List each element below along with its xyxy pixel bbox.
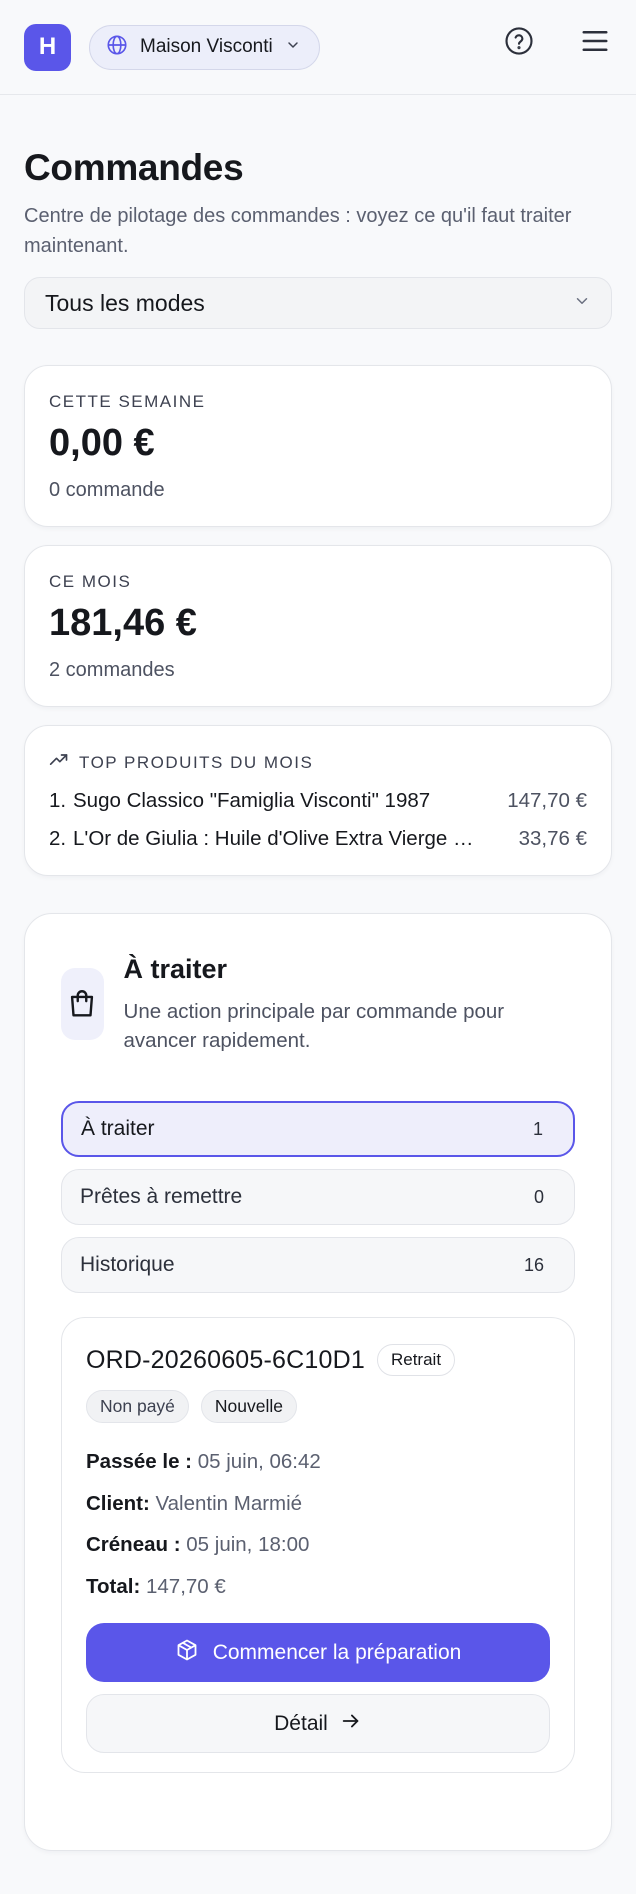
mode-select[interactable]: Tous les modes (24, 277, 612, 329)
main-content: Commandes Centre de pilotage des command… (0, 147, 636, 1851)
help-button[interactable] (502, 26, 536, 60)
todo-panel: À traiter Une action principale par comm… (24, 913, 612, 1851)
tab-count: 0 (533, 1186, 544, 1207)
order-detail-button[interactable]: Détail (86, 1694, 550, 1753)
info-value: Valentin Marmié (155, 1491, 303, 1515)
todo-description: Une action principale par commande pour … (123, 1000, 505, 1052)
order-placed-row: Passée le : 05 juin, 06:42 (86, 1441, 550, 1483)
list-index: 2. (49, 827, 67, 850)
top-bar: H Maison Visconti (0, 0, 636, 95)
order-card: ORD-20260605-6C10D1 Retrait Non payé Nou… (61, 1317, 575, 1773)
info-label: Créneau : (86, 1533, 181, 1556)
package-icon (175, 1638, 199, 1668)
top-products-label: TOP PRODUITS DU MOIS (79, 752, 314, 772)
list-index: 1. (49, 789, 67, 812)
trending-up-icon (49, 750, 69, 775)
stat-label: CETTE SEMAINE (49, 392, 206, 411)
start-preparation-button[interactable]: Commencer la préparation (86, 1623, 550, 1682)
menu-icon (580, 26, 610, 61)
button-label: Détail (274, 1711, 328, 1735)
info-label: Client: (86, 1491, 150, 1515)
order-mode-badge: Retrait (376, 1344, 456, 1376)
tab-label: Historique (80, 1253, 175, 1276)
page-title: Commandes (24, 147, 244, 188)
list-item: 1. Sugo Classico "Famiglia Visconti" 198… (49, 789, 587, 813)
order-total-row: Total: 147,70 € (86, 1566, 550, 1608)
chevron-down-icon (573, 292, 591, 315)
menu-button[interactable] (578, 26, 612, 60)
tab-count: 1 (532, 1118, 543, 1139)
stat-count: 0 commande (49, 479, 165, 501)
order-slot-row: Créneau : 05 juin, 18:00 (86, 1524, 550, 1566)
tab-historique[interactable]: Historique 16 (61, 1237, 575, 1293)
info-value: 147,70 € (145, 1574, 226, 1598)
tab-label: Prêtes à remettre (80, 1185, 243, 1208)
tab-a-traiter[interactable]: À traiter 1 (61, 1101, 575, 1157)
stat-card-month: CE MOIS 181,46 € 2 commandes (24, 545, 612, 707)
app-logo[interactable]: H (24, 23, 71, 71)
mode-select-value: Tous les modes (45, 289, 205, 316)
order-tabs: À traiter 1 Prêtes à remettre 0 Historiq… (61, 1101, 575, 1293)
product-revenue: 147,70 € (507, 789, 587, 812)
info-label: Total: (86, 1574, 141, 1598)
tab-count: 16 (523, 1254, 544, 1275)
info-value: 05 juin, 18:00 (186, 1533, 310, 1556)
globe-icon (106, 34, 128, 61)
stat-amount: 0,00 € (49, 422, 155, 464)
list-item: 2. L'Or de Giulia : Huile d'Olive Extra … (49, 827, 587, 851)
store-name: Maison Visconti (140, 36, 273, 57)
help-icon (504, 26, 534, 61)
product-revenue: 33,76 € (518, 827, 587, 850)
button-label: Commencer la préparation (212, 1640, 462, 1664)
shopping-bag-icon (61, 968, 104, 1040)
info-value: 05 juin, 06:42 (197, 1450, 321, 1473)
product-name: L'Or de Giulia : Huile d'Olive Extra Vie… (73, 827, 483, 850)
status-badge: Nouvelle (200, 1390, 298, 1423)
payment-status-badge: Non payé (86, 1390, 189, 1423)
info-label: Passée le : (86, 1450, 192, 1473)
product-name: Sugo Classico "Famiglia Visconti" 1987 (73, 789, 431, 812)
store-switcher[interactable]: Maison Visconti (89, 24, 320, 70)
order-id: ORD-20260605-6C10D1 (86, 1345, 365, 1374)
chevron-down-icon (285, 37, 301, 58)
tab-pretes-a-remettre[interactable]: Prêtes à remettre 0 (61, 1169, 575, 1225)
stat-label: CE MOIS (49, 572, 132, 591)
arrow-right-icon (340, 1710, 362, 1738)
stat-amount: 181,46 € (49, 602, 197, 644)
order-client-row: Client: Valentin Marmié (86, 1483, 550, 1525)
top-products-card: TOP PRODUITS DU MOIS 1. Sugo Classico "F… (24, 725, 612, 876)
page-subtitle: Centre de pilotage des commandes : voyez… (24, 205, 572, 257)
todo-title: À traiter (123, 954, 228, 984)
stat-card-week: CETTE SEMAINE 0,00 € 0 commande (24, 365, 612, 527)
tab-label: À traiter (81, 1117, 155, 1140)
stat-count: 2 commandes (49, 659, 175, 681)
